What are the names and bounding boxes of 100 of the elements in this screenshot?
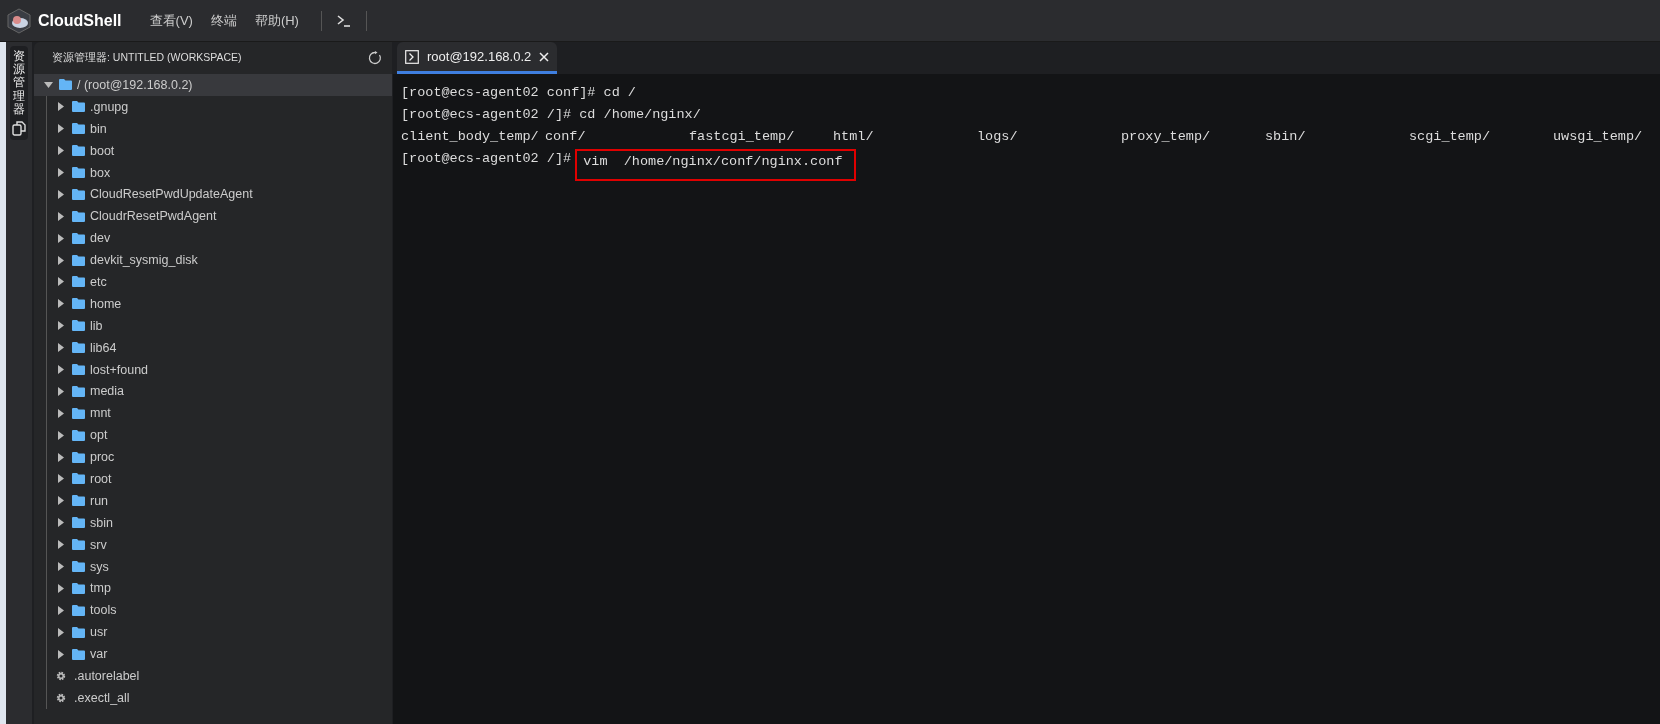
explorer-tab[interactable]: 资源管理器 <box>10 46 28 140</box>
folder-icon <box>72 276 85 288</box>
folder-icon <box>72 626 85 638</box>
caret-right-icon <box>58 102 64 112</box>
folder-item[interactable]: sys <box>47 555 392 578</box>
directory-entry: sbin/ <box>1265 129 1307 145</box>
menu-item[interactable]: 帮助(H) <box>248 7 305 34</box>
folder-item[interactable]: etc <box>47 271 392 293</box>
folder-item[interactable]: dev <box>47 227 392 250</box>
folder-icon <box>72 232 85 244</box>
caret-right-icon <box>58 233 64 243</box>
file-item[interactable]: .autorelabel <box>47 665 392 687</box>
cloud-logo-icon <box>6 7 32 34</box>
file-item[interactable]: .exectl_all <box>47 686 392 709</box>
folder-icon <box>72 123 85 135</box>
folder-icon <box>72 561 85 573</box>
caret-right-icon <box>58 649 64 659</box>
caret-right-icon <box>58 540 64 550</box>
folder-item[interactable]: usr <box>47 621 392 644</box>
folder-icon <box>72 167 85 178</box>
folder-item[interactable]: root <box>47 468 392 490</box>
folder-item[interactable]: home <box>47 292 392 315</box>
files-icon <box>12 119 26 136</box>
caret-right-icon <box>58 583 64 593</box>
folder-item[interactable]: srv <box>47 533 392 556</box>
folder-icon <box>72 320 85 332</box>
folder-icon <box>59 79 72 91</box>
folder-icon <box>72 473 85 485</box>
folder-item[interactable]: lost+found <box>47 358 392 381</box>
folder-icon <box>72 145 85 157</box>
folder-icon <box>72 188 85 200</box>
folder-item[interactable]: proc <box>47 446 392 469</box>
folder-item[interactable]: sbin <box>47 511 392 534</box>
directory-entry: proxy_temp/ <box>1121 129 1212 145</box>
directory-entry: scgi_temp/ <box>1409 129 1491 145</box>
folder-icon <box>72 364 85 375</box>
gear-icon <box>56 692 66 703</box>
folder-item[interactable]: var <box>47 643 392 666</box>
folder-icon <box>72 582 85 594</box>
caret-right-icon <box>58 321 64 331</box>
caret-right-icon <box>58 124 64 134</box>
folder-item[interactable]: lib64 <box>47 336 392 359</box>
menu-item[interactable]: 查看(V) <box>143 7 199 34</box>
folder-item[interactable]: devkit_sysmig_disk <box>47 249 392 271</box>
app-title: CloudShell <box>38 11 122 30</box>
caret-right-icon <box>58 211 64 221</box>
shell-prompt: [root@ecs-agent02 conf]# <box>401 85 597 101</box>
folder-icon <box>72 495 85 507</box>
folder-item[interactable]: tmp <box>47 577 392 600</box>
caret-right-icon <box>58 518 64 528</box>
terminal-tab[interactable]: root@192.168.0.2 <box>397 42 558 74</box>
folder-icon <box>72 407 85 419</box>
folder-icon <box>72 385 85 397</box>
folder-item[interactable]: .gnupg <box>47 95 392 118</box>
folder-icon <box>72 210 85 222</box>
directory-entry: conf/ <box>545 129 587 145</box>
shell-prompt: [root@ecs-agent02 /]# <box>401 151 573 167</box>
folder-item[interactable]: / (root@192.168.0.2) <box>34 74 392 96</box>
caret-right-icon <box>58 277 64 287</box>
caret-right-icon <box>58 627 64 637</box>
folder-icon <box>72 539 85 551</box>
folder-item[interactable]: mnt <box>47 402 392 425</box>
folder-item[interactable]: CloudResetPwdUpdateAgent <box>47 183 392 206</box>
folder-item[interactable]: opt <box>47 424 392 447</box>
folder-item[interactable]: CloudrResetPwdAgent <box>47 205 392 228</box>
caret-right-icon <box>58 255 64 265</box>
folder-icon <box>72 298 85 310</box>
folder-icon <box>72 429 85 441</box>
folder-item[interactable]: tools <box>47 599 392 622</box>
folder-item[interactable]: media <box>47 380 392 403</box>
menu-item[interactable]: 终端 <box>204 7 243 34</box>
refresh-button[interactable] <box>368 51 382 65</box>
folder-icon <box>72 342 85 354</box>
caret-right-icon <box>58 365 64 374</box>
folder-item[interactable]: bin <box>47 117 392 140</box>
folder-item[interactable]: lib <box>47 314 392 337</box>
caret-right-icon <box>58 299 64 309</box>
caret-right-icon <box>58 343 64 353</box>
folder-icon <box>72 648 85 660</box>
caret-right-icon <box>58 189 64 199</box>
refresh-icon <box>368 51 382 65</box>
shell-command: cd /home/nginx/ <box>579 107 701 123</box>
explorer-title: 资源管理器: UNTITLED (WORKSPACE) <box>52 51 242 65</box>
folder-item[interactable]: boot <box>47 139 392 162</box>
directory-entry: logs/ <box>977 129 1019 145</box>
shell-command: cd / <box>603 85 636 101</box>
shell-prompt: [root@ecs-agent02 /]# <box>401 107 573 123</box>
close-icon[interactable] <box>539 51 550 62</box>
folder-item[interactable]: run <box>47 489 392 512</box>
caret-right-icon <box>58 562 64 572</box>
folder-icon <box>72 604 85 616</box>
caret-right-icon <box>58 605 64 615</box>
folder-item[interactable]: box <box>47 161 392 184</box>
highlighted-command: vim /home/nginx/conf/nginx.conf <box>575 148 857 181</box>
caret-right-icon <box>58 452 64 462</box>
caret-right-icon <box>58 496 64 506</box>
folder-icon <box>72 101 85 113</box>
directory-entry: uwsgi_temp/ <box>1553 129 1643 145</box>
caret-right-icon <box>58 168 64 177</box>
folder-icon <box>72 517 85 529</box>
